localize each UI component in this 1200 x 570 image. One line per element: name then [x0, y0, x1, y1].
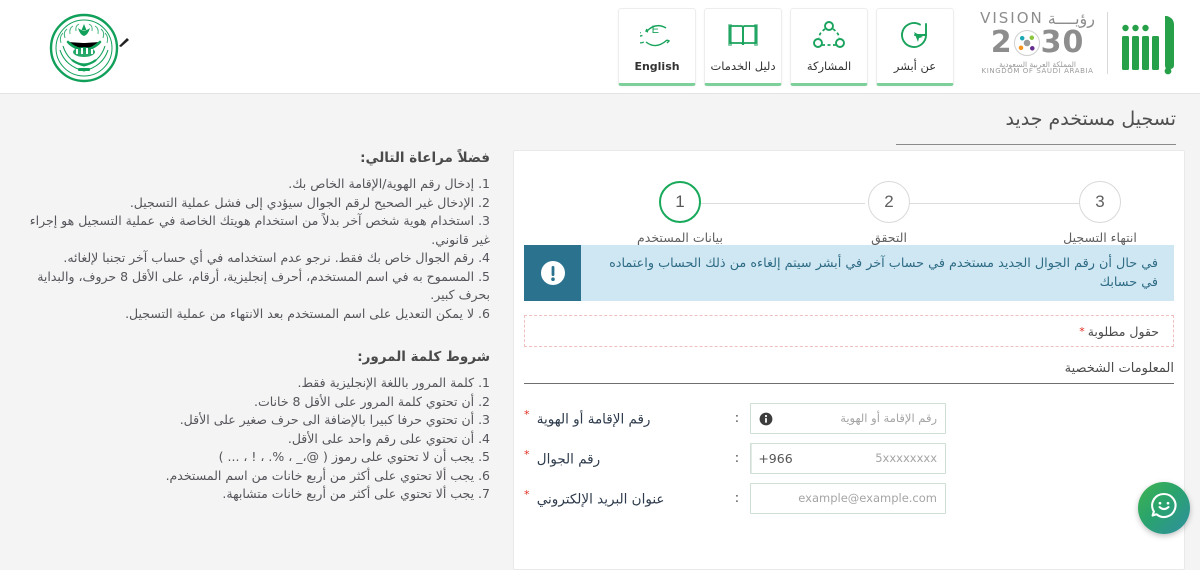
chat-smile-bubble-icon [1149, 491, 1179, 525]
language-switch-icon: ع E [635, 20, 674, 52]
stepper-step-3[interactable]: 3 انتهاء التسجيل [1040, 181, 1160, 245]
list-item: 2. أن تحتوي كلمة المرور على الأقل 8 خانا… [253, 393, 490, 409]
list-item: 6. يجب ألا تحتوي على أكثر من أربع خانات … [165, 467, 490, 483]
registration-stepper: 1 بيانات المستخدم 2 التحقق 3 انتهاء التس… [514, 165, 1184, 245]
step-number: 1 [659, 181, 701, 223]
page-title-underline [896, 144, 1176, 145]
logo-divider [1107, 12, 1108, 74]
vision-emblem-icon [1013, 29, 1040, 56]
list-item: 6. لا يمكن التعديل على اسم المستخدم بعد … [125, 305, 490, 321]
list-item: 1. إدخال رقم الهوية/الإقامة الخاص بك. [288, 176, 490, 191]
nav-tile-label: English [634, 59, 680, 73]
label-colon: : [734, 490, 740, 506]
absher-logo [1120, 10, 1182, 76]
step-caption: التحقق [871, 230, 907, 245]
step-number: 3 [1079, 181, 1121, 223]
label-colon: : [734, 450, 740, 466]
info-circle-icon[interactable] [759, 411, 773, 426]
form-row-email: عنوان البريد الإلكتروني * : example@exam… [514, 478, 1184, 518]
national-id-input[interactable]: رقم الإقامة أو الهوية [750, 402, 946, 434]
national-id-field-wrap: رقم الإقامة أو الهوية [750, 402, 946, 434]
list-item: 5. المسموح به في اسم المستخدم، أحرف إنجل… [37, 268, 490, 303]
page-title: تسجيل مستخدم جديد [1005, 108, 1176, 130]
nav-tile-share[interactable]: المشاركة [790, 8, 868, 86]
required-asterisk: * [524, 488, 530, 502]
national-id-label-text: رقم الإقامة أو الهوية [536, 411, 651, 428]
kingdom-en-text: KINGDOM OF SAUDI ARABIA [981, 67, 1094, 76]
password-rules-block: شروط كلمة المرور: 1. كلمة المرور باللغة … [8, 349, 500, 504]
svg-text:ع: ع [640, 26, 644, 44]
vision-2030-and-absher-logos: VISION رؤيــــة 2 30 المملكة العربية الس… [980, 10, 1182, 76]
list-item: 7. يجب ألا تحتوي على أكثر من أربع خانات … [222, 486, 490, 501]
stepper-step-2[interactable]: 2 التحقق [829, 181, 949, 245]
list-item: 4. رقم الجوال خاص بك فقط. نرجو عدم استخد… [63, 250, 490, 265]
page-title-bar: تسجيل مستخدم جديد [0, 94, 1200, 146]
registration-form-card: 1 بيانات المستخدم 2 التحقق 3 انتهاء التس… [513, 150, 1185, 570]
list-item: 2. الإدخال غير الصحيح لرقم الجوال سيؤدي … [129, 194, 490, 210]
list-item: 3. استخدام هوية شخص آخر بدلاً من استخدام… [29, 213, 490, 247]
nav-tile-english[interactable]: ع E English [618, 8, 696, 86]
notice-heading: فضلاً مراعاة التالي: [360, 150, 490, 166]
nav-tile-label: عن أبشر [893, 59, 937, 73]
nav-tile-label: المشاركة [806, 59, 852, 73]
list-item: 3. أن تحتوي حرفا كبيرا بالإضافة الى حرف … [179, 412, 490, 427]
step-number: 2 [868, 181, 910, 223]
required-fields-text: حقول مطلوبة [1087, 323, 1159, 339]
vision-year-right: 30 [1040, 24, 1085, 60]
instructions-panel: فضلاً مراعاة التالي: 1. إدخال رقم الهوية… [0, 150, 500, 516]
notice-list: 1. إدخال رقم الهوية/الإقامة الخاص بك. 2.… [8, 175, 500, 323]
country-code: +966 [751, 443, 799, 473]
mobile-field-wrap: +966 5xxxxxxxx [750, 442, 946, 474]
password-rules-heading: شروط كلمة المرور: [357, 349, 490, 365]
vision-en-text: VISION [980, 9, 1044, 28]
chat-support-button[interactable] [1138, 482, 1190, 534]
alert-body: في حال أن رقم الجوال الجديد مستخدم في حس… [581, 245, 1174, 301]
required-asterisk: * [524, 408, 530, 422]
password-rules-list: 1. كلمة المرور باللغة الإنجليزية فقط. 2.… [8, 374, 500, 504]
email-label: عنوان البريد الإلكتروني * [524, 488, 724, 508]
ministry-of-interior-logo [48, 12, 120, 84]
step-caption: انتهاء التسجيل [1063, 230, 1137, 245]
nav-tile-services-guide[interactable]: دليل الخدمات [704, 8, 782, 86]
personal-info-section-title: المعلومات الشخصية [1064, 361, 1174, 376]
stepper-step-1[interactable]: 1 بيانات المستخدم [620, 181, 740, 245]
nav-tile-label: دليل الخدمات [710, 59, 776, 73]
notice-block: فضلاً مراعاة التالي: 1. إدخال رقم الهوية… [8, 150, 500, 323]
services-guide-book-icon [726, 19, 760, 51]
national-id-placeholder: رقم الإقامة أو الهوية [840, 411, 937, 425]
list-item: 4. أن تحتوي على رقم واحد على الأقل. [287, 430, 490, 446]
section-underline [524, 383, 1174, 384]
email-placeholder: example@example.com [798, 491, 937, 505]
form-row-national-id: رقم الإقامة أو الهوية * : رقم الإقامة أو… [514, 398, 1184, 438]
mobile-placeholder: 5xxxxxxxx [875, 451, 937, 465]
vision-year-left: 2 [990, 24, 1013, 60]
list-item: 5. يجب أن لا تحتوي على رموز ( @،_ ، %. ،… [218, 449, 490, 464]
info-alert-banner: في حال أن رقم الجوال الجديد مستخدم في حس… [524, 245, 1174, 301]
mobile-input-group[interactable]: +966 5xxxxxxxx [750, 442, 946, 474]
required-asterisk: * [524, 448, 530, 462]
exclamation-circle-icon [524, 245, 581, 301]
list-item: 1. كلمة المرور باللغة الإنجليزية فقط. [297, 375, 490, 390]
alert-text: في حال أن رقم الجوال الجديد مستخدم في حس… [609, 256, 1158, 290]
mobile-label-text: رقم الجوال [536, 451, 601, 468]
email-field-wrap: example@example.com [750, 482, 946, 514]
instructions-spacer [8, 335, 500, 349]
site-header: ع E English دليل الخدمات [0, 0, 1200, 94]
form-row-mobile: رقم الجوال * : +966 5xxxxxxxx [514, 438, 1184, 478]
share-network-icon [812, 19, 846, 51]
label-colon: : [734, 410, 740, 426]
national-id-label: رقم الإقامة أو الهوية * [524, 408, 724, 428]
pen-mark-icon [118, 36, 130, 48]
vision-2030-logo: VISION رؤيــــة 2 30 المملكة العربية الس… [980, 9, 1095, 76]
form-fields: رقم الإقامة أو الهوية * : رقم الإقامة أو… [514, 398, 1184, 518]
required-asterisk: * [1079, 324, 1085, 338]
mobile-label: رقم الجوال * [524, 448, 724, 468]
email-label-text: عنوان البريد الإلكتروني [536, 491, 665, 508]
nav-tile-about-absher[interactable]: عن أبشر [876, 8, 954, 86]
required-fields-note: حقول مطلوبة * [524, 315, 1174, 347]
step-caption: بيانات المستخدم [637, 230, 723, 245]
header-nav-tiles: ع E English دليل الخدمات [618, 8, 954, 86]
about-cursor-icon [898, 19, 932, 51]
email-input[interactable]: example@example.com [750, 482, 946, 514]
